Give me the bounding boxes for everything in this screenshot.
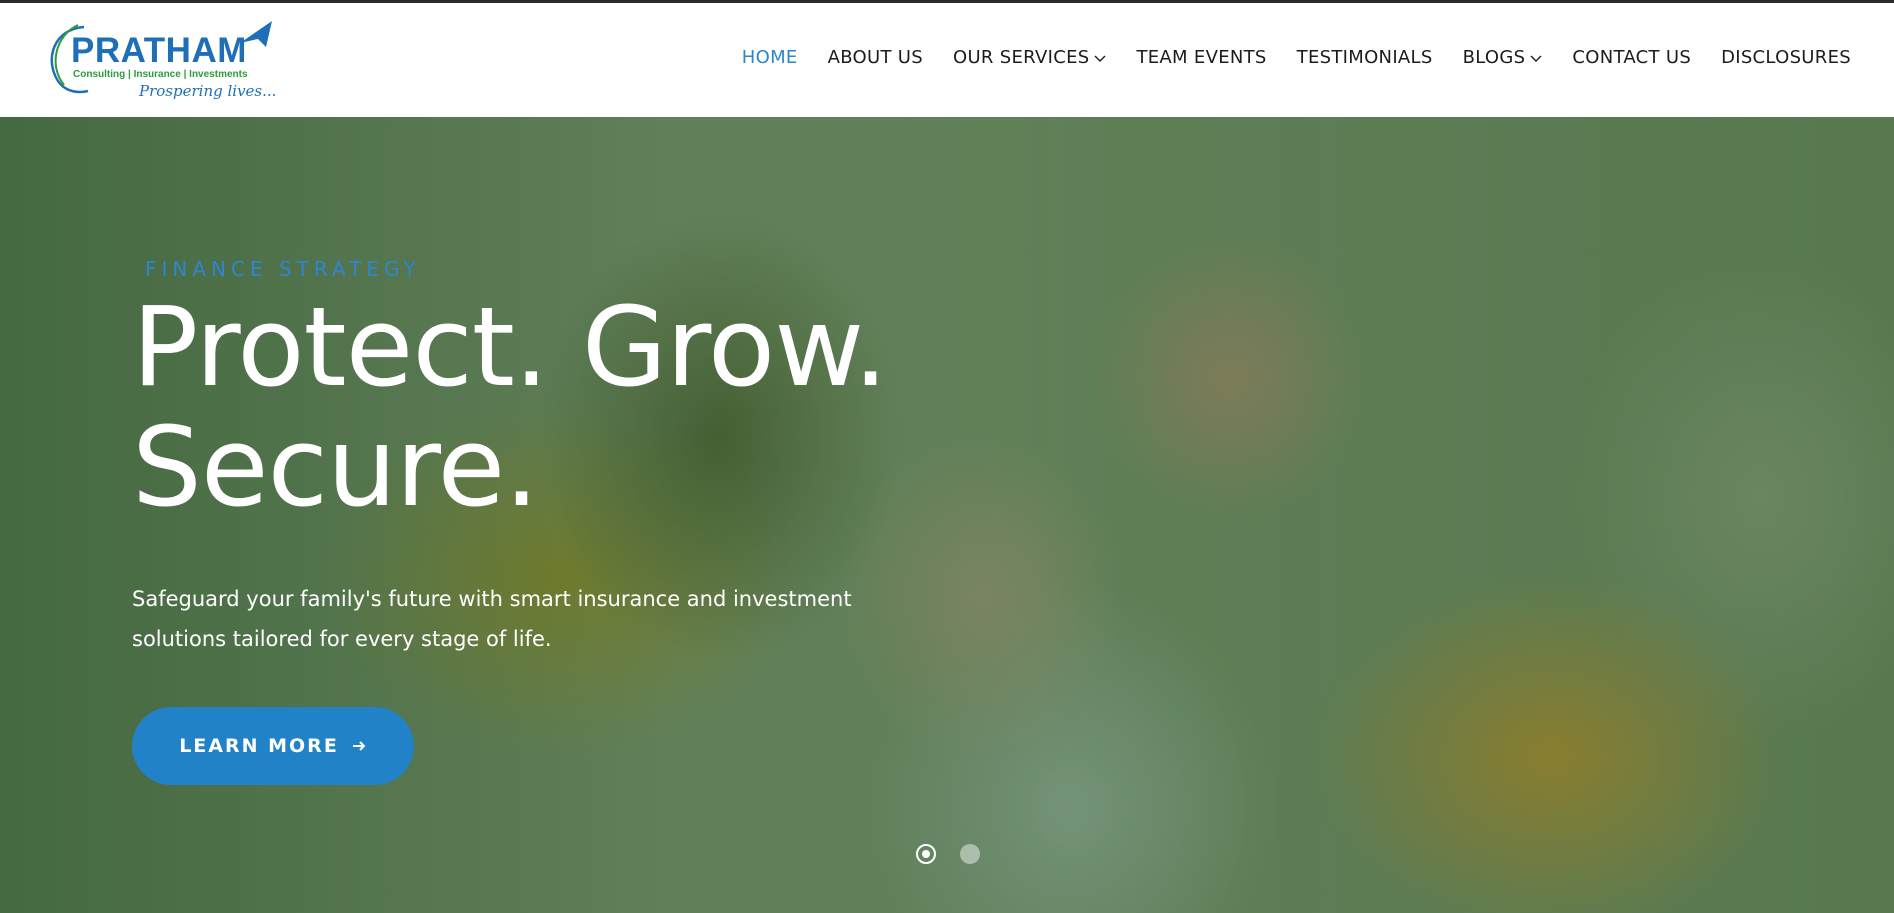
nav-contact-us-label: CONTACT US <box>1572 47 1692 68</box>
nav-our-services[interactable]: OUR SERVICES <box>953 47 1106 68</box>
slider-pagination <box>916 844 1004 864</box>
nav-contact-us[interactable]: CONTACT US <box>1572 47 1691 68</box>
nav-about-us-label: ABOUT US <box>827 47 923 68</box>
hero-eyebrow: FINANCE STRATEGY <box>145 257 421 281</box>
logo-tagline: Consulting | Insurance | Investments <box>73 69 248 80</box>
arrow-right-icon <box>352 741 366 751</box>
logo-slogan: Prospering lives... <box>139 82 277 100</box>
chevron-down-icon <box>1530 55 1542 62</box>
hero-slider: FINANCE STRATEGY Protect. Grow. Secure. … <box>0 117 1894 913</box>
hero-headline-line2: Secure. <box>132 403 539 531</box>
brand-logo[interactable]: PRATHAM Consulting | Insurance | Investm… <box>44 19 284 107</box>
nav-our-services-label: OUR SERVICES <box>952 47 1090 68</box>
slide-dot-2[interactable] <box>960 844 980 864</box>
nav-testimonials-label: TESTIMONIALS <box>1296 47 1433 68</box>
site-header: PRATHAM Consulting | Insurance | Investm… <box>0 3 1894 117</box>
nav-testimonials[interactable]: TESTIMONIALS <box>1297 47 1433 68</box>
logo-wordmark: PRATHAM <box>71 31 247 70</box>
nav-disclosures[interactable]: DISCLOSURES <box>1721 47 1851 68</box>
nav-blogs[interactable]: BLOGS <box>1463 47 1543 68</box>
nav-about-us[interactable]: ABOUT US <box>828 47 923 68</box>
hero-headline: Protect. Grow. Secure. <box>132 283 888 531</box>
main-nav: HOME ABOUT US OUR SERVICES TEAM EVENTS T… <box>712 47 1851 68</box>
chevron-down-icon <box>1094 55 1106 62</box>
hero-subtitle: Safeguard your family's future with smar… <box>132 587 852 651</box>
hero-headline-line1: Protect. Grow. <box>132 283 888 411</box>
nav-team-events-label: TEAM EVENTS <box>1136 47 1267 68</box>
nav-disclosures-label: DISCLOSURES <box>1721 47 1851 68</box>
nav-home[interactable]: HOME <box>742 47 798 68</box>
learn-more-button[interactable]: LEARN MORE <box>132 707 414 785</box>
slide-dot-1[interactable] <box>916 844 936 864</box>
nav-home-label: HOME <box>741 47 798 68</box>
nav-team-events[interactable]: TEAM EVENTS <box>1136 47 1266 68</box>
nav-blogs-label: BLOGS <box>1462 47 1526 68</box>
learn-more-label: LEARN MORE <box>179 735 339 757</box>
